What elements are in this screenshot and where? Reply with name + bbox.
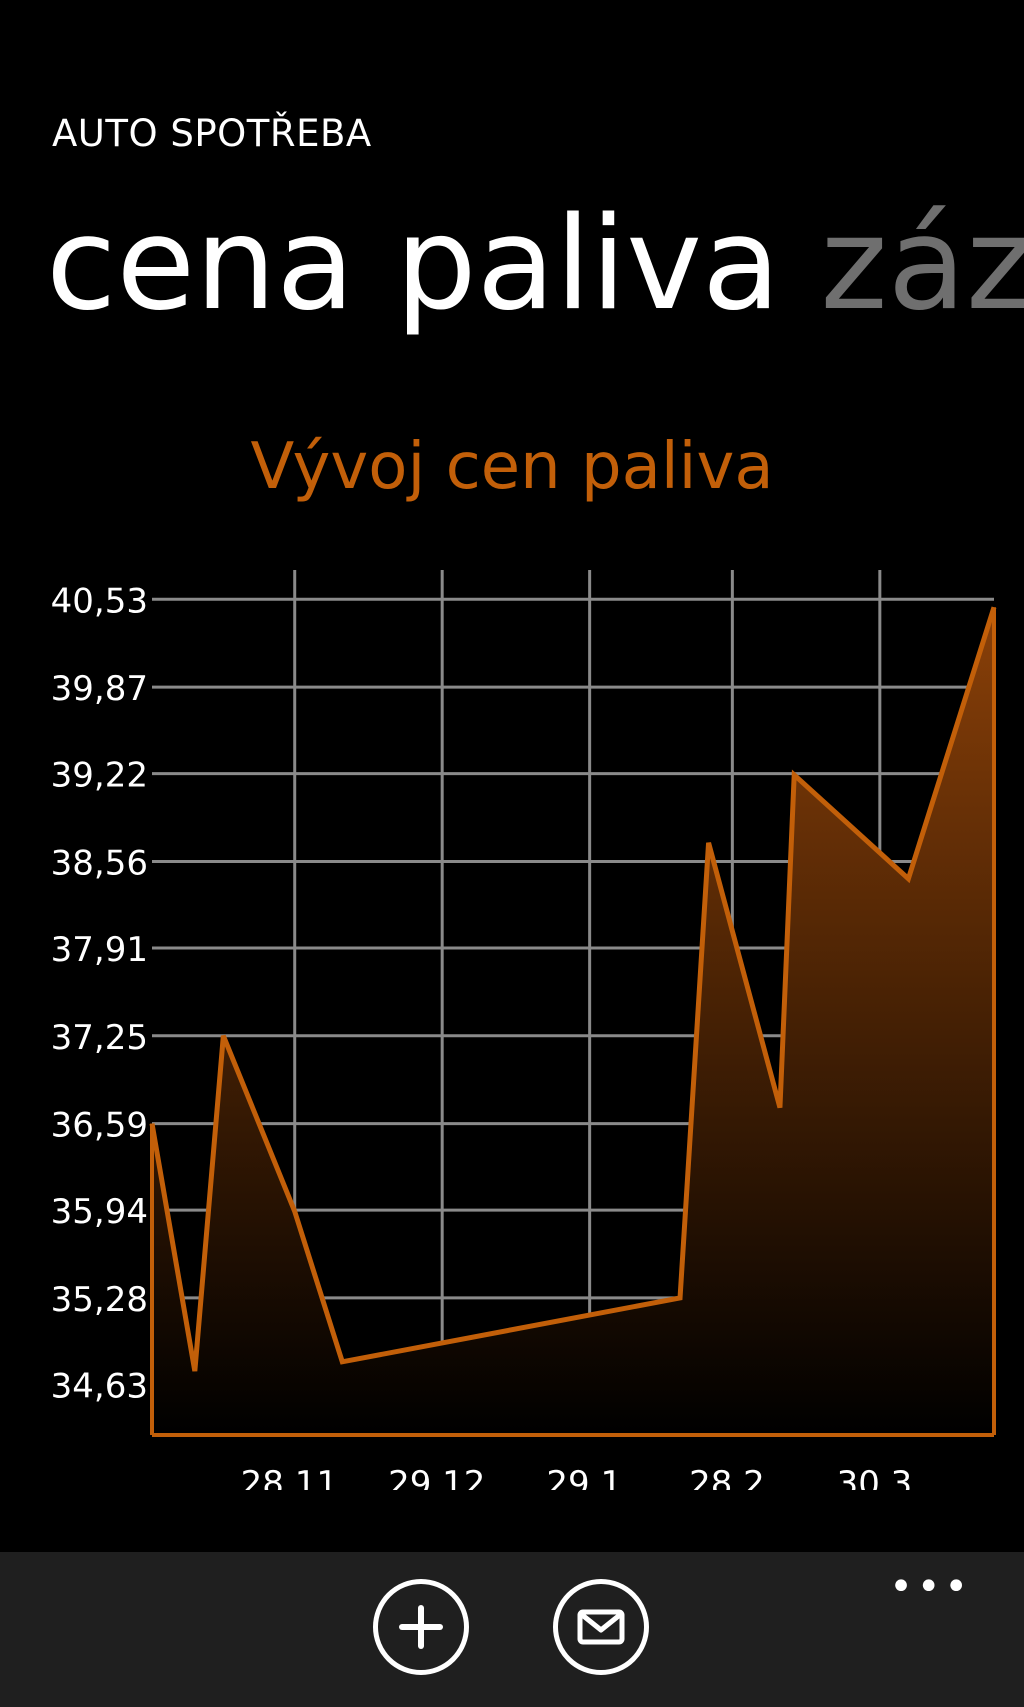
app-bar: ••• [0, 1552, 1024, 1707]
x-tick-labels: 28.11. 29.12. 29.1. 28.2. 30.3. [241, 1464, 923, 1490]
x-tick-label: 30.3. [837, 1464, 924, 1490]
fuel-price-chart: 40,53 39,87 39,22 38,56 37,91 37,25 36,59 35,94… [51, 570, 997, 1490]
y-tick-label: 34,63 [51, 1366, 148, 1406]
more-button[interactable]: ••• [889, 1567, 972, 1607]
y-tick-label: 39,87 [51, 669, 148, 709]
y-tick-label: 35,28 [51, 1280, 148, 1320]
add-button[interactable] [373, 1579, 469, 1675]
pivot-header: cena paliva záz [46, 190, 1024, 340]
chart-area-layer [149, 606, 997, 1435]
series-area-fill [152, 607, 994, 1435]
plus-icon [399, 1605, 443, 1649]
x-tick-label: 28.2. [689, 1464, 776, 1490]
pivot-item-cena-paliva[interactable]: cena paliva [46, 190, 780, 339]
y-tick-label: 38,56 [51, 843, 148, 883]
app-title: AUTO SPOTŘEBA [52, 112, 372, 155]
x-tick-label: 29.12. [388, 1464, 496, 1490]
y-tick-label: 39,22 [51, 756, 148, 796]
chart-title: Vývoj cen paliva [250, 430, 774, 504]
mail-icon [577, 1609, 625, 1645]
y-tick-label: 37,91 [51, 930, 148, 970]
y-tick-label: 36,59 [51, 1106, 148, 1146]
y-tick-labels: 40,53 39,87 39,22 38,56 37,91 37,25 36,59 35,94… [51, 581, 148, 1406]
y-tick-label: 40,53 [51, 581, 148, 621]
pivot-item-next[interactable]: záz [820, 190, 1024, 339]
x-tick-label: 28.11. [241, 1464, 349, 1490]
more-dots-icon: ••• [889, 1564, 972, 1610]
x-tick-label: 29.1. [546, 1464, 633, 1490]
y-tick-label: 35,94 [51, 1192, 148, 1232]
y-tick-label: 37,25 [51, 1018, 148, 1058]
email-button[interactable] [553, 1579, 649, 1675]
